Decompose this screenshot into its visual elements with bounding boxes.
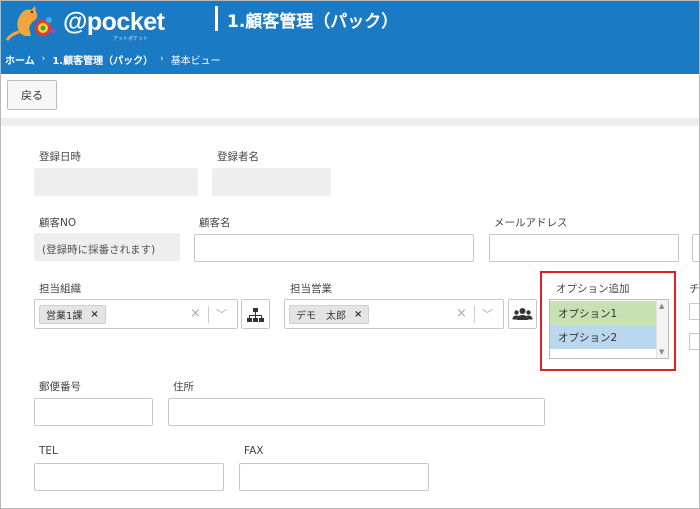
address-label: 住所 [173,381,194,393]
customer-no-label: 顧客NO [39,217,77,229]
page-title: 1.顧客管理（パック） [227,12,399,32]
tel-label: TEL [39,445,58,457]
postal-code-label: 郵便番号 [39,381,81,393]
select-divider [208,306,209,323]
sales-tag: デモ 太郎 × [289,305,370,324]
users-icon [512,308,533,320]
org-tree-button[interactable] [241,299,270,329]
address-input[interactable] [168,398,545,426]
select-divider [474,306,475,323]
customer-name-label: 顧客名 [199,217,231,229]
registered-at-label: 登録日時 [39,151,81,163]
sales-label: 担当営業 [290,283,332,295]
kangaroo-logo-icon [5,6,56,41]
registered-at-field [34,168,198,196]
tel-input[interactable] [34,463,224,491]
truncated-checkbox-1[interactable] [689,303,699,320]
org-label: 担当組織 [39,283,81,295]
clear-icon[interactable]: × [190,306,201,321]
truncated-checkbox-2[interactable] [689,333,699,350]
sales-tag-label: デモ 太郎 [296,311,346,322]
app-header: @pocket アットポケット 1.顧客管理（パック） [1,1,699,44]
org-tag-label: 営業1課 [46,311,83,322]
option-item-1[interactable]: オプション1 [550,301,658,325]
truncated-label: チ [689,283,700,295]
breadcrumb-home[interactable]: ホーム [5,52,35,67]
clear-icon[interactable]: × [456,306,467,321]
customer-no-value: (登録時に採番されます) [42,244,156,256]
postal-code-input[interactable] [34,398,153,426]
email-label: メールアドレス [494,217,568,229]
option-item-2[interactable]: オプション2 [550,325,658,349]
breadcrumb-separator: › [160,54,164,64]
customer-no-field: (登録時に採番されます) [34,233,180,261]
chevron-down-icon[interactable]: ﹀ [482,306,493,322]
app-logo[interactable]: @pocket アットポケット [5,2,165,42]
section-divider [1,118,699,126]
breadcrumb-basic-view: 基本ビュー [170,55,221,67]
fax-input[interactable] [239,463,429,491]
title-divider [215,6,218,31]
email-input[interactable] [489,234,679,262]
back-button[interactable]: 戻る [7,80,57,110]
registered-by-label: 登録者名 [217,151,259,163]
tag-remove-icon[interactable]: × [90,309,98,320]
breadcrumb-separator: › [41,54,46,64]
options-label: オプション追加 [556,283,630,295]
chevron-down-icon[interactable]: ﹀ [216,306,227,322]
logo-subtext: アットポケット [113,36,149,42]
app-window: @pocket アットポケット 1.顧客管理（パック） ホーム › 1.顧客管理… [0,0,700,509]
breadcrumb: ホーム › 1.顧客管理（パック） › 基本ビュー [1,44,699,74]
customer-name-input[interactable] [194,234,474,262]
listbox-scrollbar[interactable]: ▲ ▼ [656,300,668,358]
breadcrumb-customer-management[interactable]: 1.顧客管理（パック） [52,52,153,67]
sales-select[interactable]: デモ 太郎 × × ﹀ [284,299,504,329]
org-chart-icon [247,308,264,322]
user-group-button[interactable] [508,299,537,329]
registered-by-field [212,168,331,196]
truncated-field[interactable] [692,234,699,262]
scroll-up-icon[interactable]: ▲ [659,302,664,310]
org-select[interactable]: 営業1課 × × ﹀ [34,299,238,329]
scroll-down-icon[interactable]: ▼ [659,348,664,356]
logo-wordmark: @pocket [63,8,165,36]
fax-label: FAX [244,445,264,457]
toolbar: 戻る [1,74,699,118]
org-tag: 営業1課 × [39,305,106,324]
options-listbox[interactable]: オプション1 オプション2 ▲ ▼ [549,299,669,359]
tag-remove-icon[interactable]: × [354,309,362,320]
